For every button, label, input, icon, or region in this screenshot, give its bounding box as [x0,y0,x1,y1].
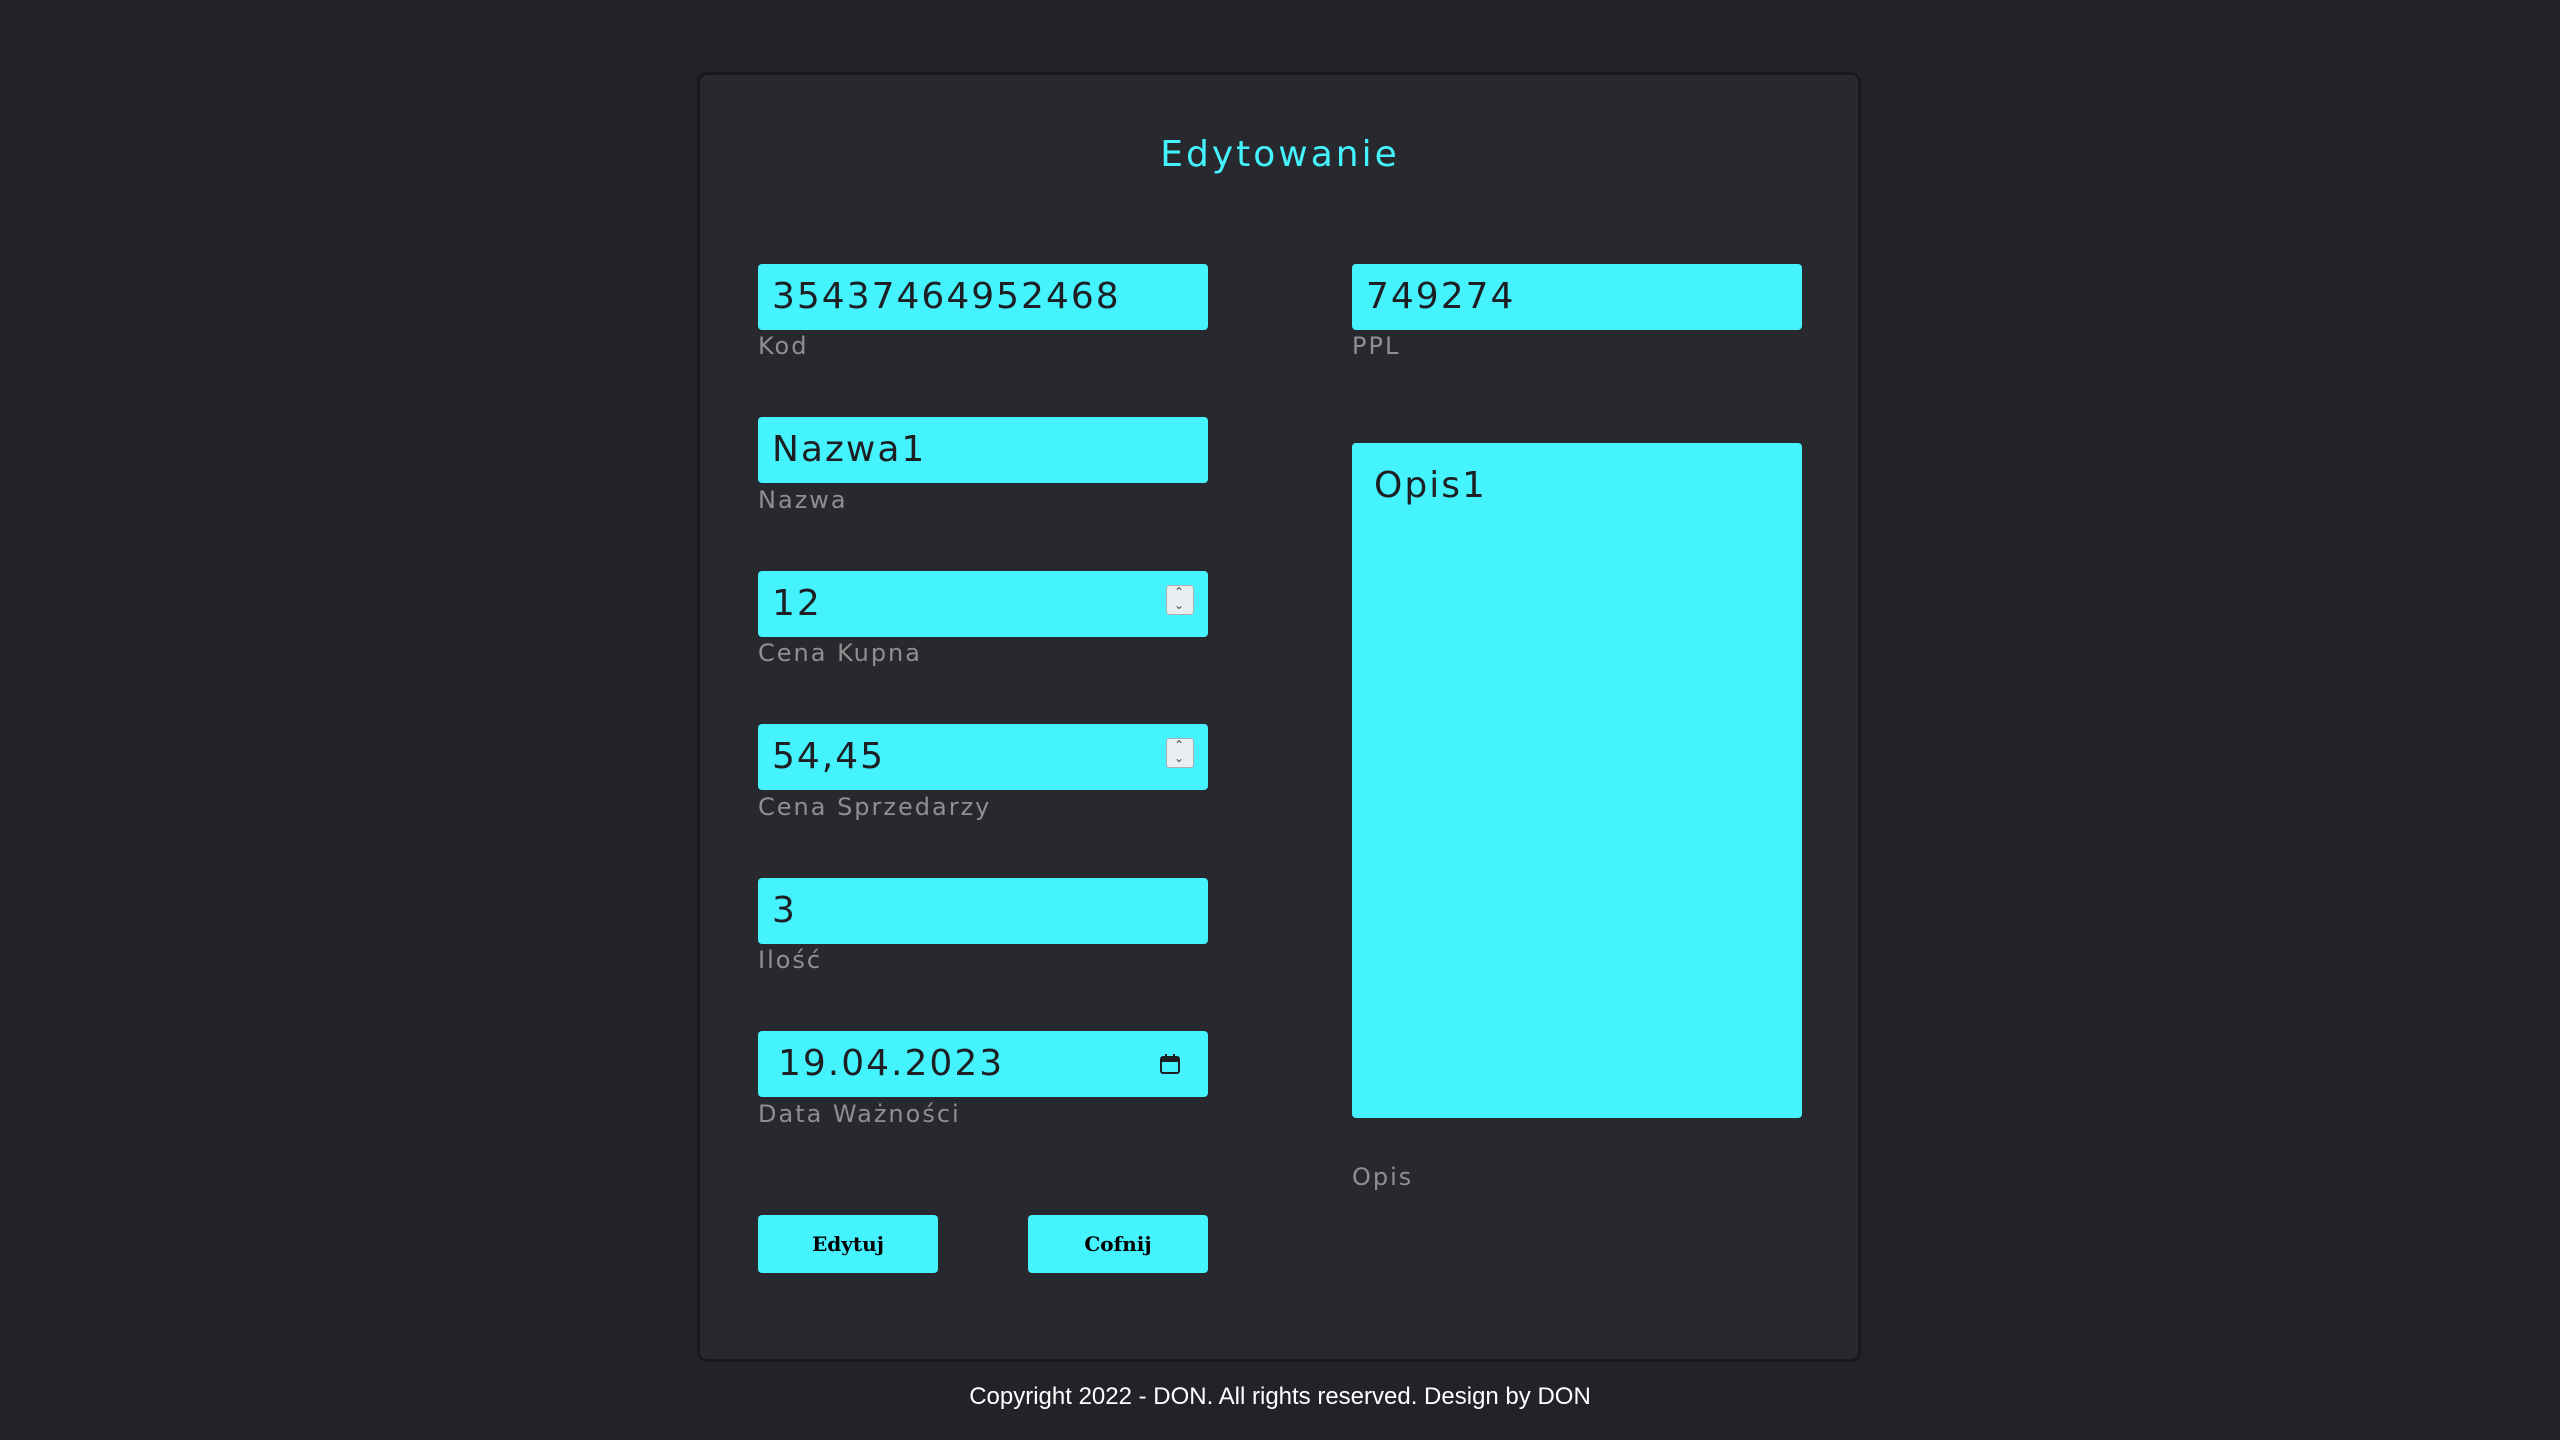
page-title: Edytowanie [1160,134,1400,175]
edit-button[interactable]: Edytuj [758,1215,938,1273]
cena-sprzedarzy-input[interactable]: 54,45 ⌃ ⌄ [758,724,1208,790]
ppl-input[interactable]: 749274 [1352,264,1802,330]
opis-textarea[interactable]: Opis1 [1352,443,1802,1118]
kod-label: Kod [758,332,809,360]
cena-kupna-input-value: 12 [772,583,822,624]
cena-kupna-label: Cena Kupna [758,639,922,667]
kod-input-value: 35437464952468 [772,276,1121,317]
ilosc-input[interactable]: 3 [758,878,1208,944]
opis-textarea-value: Opis1 [1374,465,1487,506]
cena-kupna-input[interactable]: 12 ⌃ ⌄ [758,571,1208,637]
cena-sprzedarzy-spinner-icon[interactable]: ⌃ ⌄ [1166,738,1194,768]
ppl-input-value: 749274 [1366,276,1516,317]
footer-copyright: Copyright 2022 - DON. All rights reserve… [969,1383,1591,1410]
opis-label: Opis [1352,1163,1414,1191]
ilosc-input-value: 3 [772,890,797,931]
data-waznosci-label: Data Ważności [758,1100,961,1128]
cena-kupna-spinner-icon[interactable]: ⌃ ⌄ [1166,585,1194,615]
nazwa-label: Nazwa [758,486,848,514]
kod-input[interactable]: 35437464952468 [758,264,1208,330]
ilosc-label: Ilość [758,946,823,974]
data-waznosci-input[interactable]: 19.04.2023 [758,1031,1208,1097]
cena-sprzedarzy-label: Cena Sprzedarzy [758,793,992,821]
calendar-icon[interactable] [1158,1052,1182,1076]
nazwa-input-value: Nazwa1 [772,429,927,470]
ppl-label: PPL [1352,332,1401,360]
back-button[interactable]: Cofnij [1028,1215,1208,1273]
cena-sprzedarzy-input-value: 54,45 [772,736,886,777]
nazwa-input[interactable]: Nazwa1 [758,417,1208,483]
data-waznosci-input-value: 19.04.2023 [778,1043,1005,1084]
